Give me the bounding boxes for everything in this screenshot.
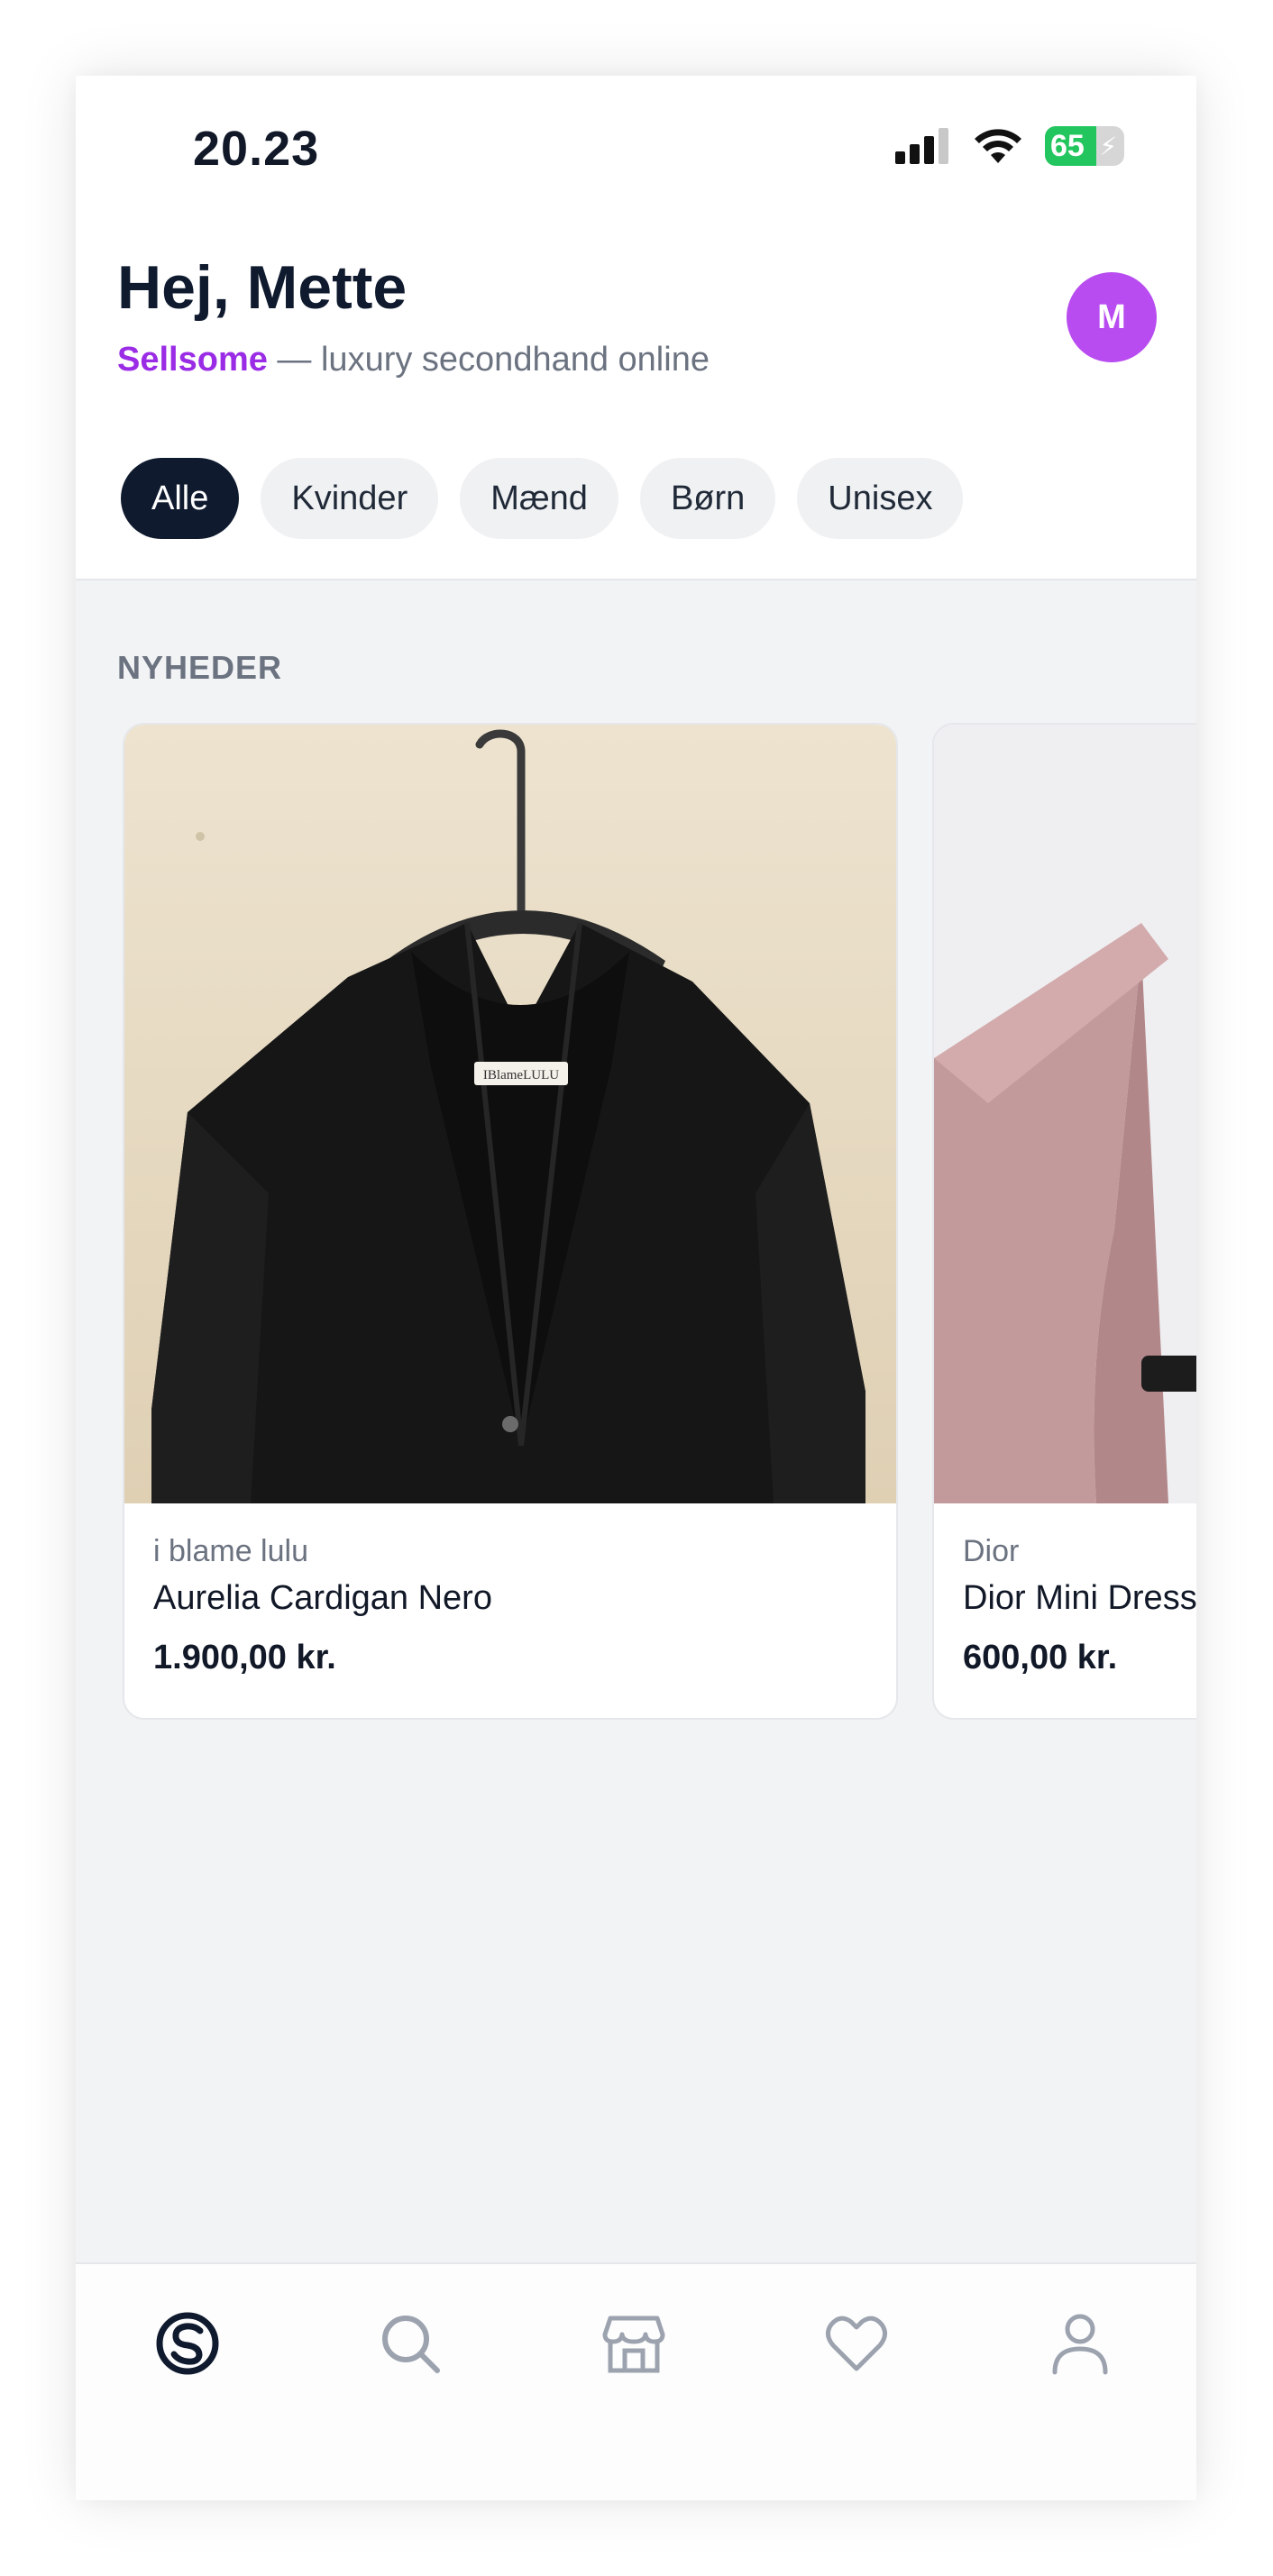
garment-label: IBlameLULU bbox=[483, 1068, 559, 1082]
sellsome-logo-icon bbox=[156, 2312, 219, 2375]
status-time: 20.23 bbox=[193, 122, 320, 176]
tab-boern[interactable]: Børn bbox=[639, 458, 776, 539]
avatar[interactable]: M bbox=[1067, 272, 1157, 362]
user-icon bbox=[1052, 2314, 1108, 2375]
nav-profile[interactable] bbox=[1044, 2307, 1116, 2380]
tab-alle[interactable]: Alle bbox=[121, 458, 240, 539]
product-brand: Dior bbox=[963, 1534, 1020, 1568]
wifi-icon bbox=[975, 129, 1021, 163]
heart-icon bbox=[826, 2316, 887, 2371]
search-icon bbox=[382, 2316, 440, 2373]
category-tabs: Alle Kvinder Mænd Børn Unisex bbox=[121, 458, 964, 539]
nav-search[interactable] bbox=[374, 2307, 446, 2380]
app-screen: 20.23 65 ⚡ Hej, Mette Sellsome — luxury … bbox=[76, 76, 1196, 2500]
header: 20.23 65 ⚡ Hej, Mette Sellsome — luxury … bbox=[76, 76, 1196, 580]
product-image bbox=[934, 725, 1196, 1503]
tab-maend[interactable]: Mænd bbox=[460, 458, 618, 539]
status-icons: 65 ⚡ bbox=[895, 126, 1124, 166]
product-name: Dior Mini Dress bbox=[963, 1579, 1196, 1617]
product-brand: i blame lulu bbox=[153, 1534, 308, 1568]
product-name: Aurelia Cardigan Nero bbox=[153, 1579, 492, 1617]
product-price: 1.900,00 kr. bbox=[153, 1639, 336, 1676]
tagline-text: — luxury secondhand online bbox=[267, 341, 710, 379]
tab-unisex[interactable]: Unisex bbox=[797, 458, 964, 539]
brand-name: Sellsome bbox=[117, 341, 268, 379]
charging-icon: ⚡ bbox=[1099, 132, 1117, 160]
tagline: Sellsome — luxury secondhand online bbox=[117, 341, 710, 379]
battery-level: 65 bbox=[1050, 128, 1085, 163]
nav-home[interactable] bbox=[151, 2307, 224, 2380]
store-icon bbox=[602, 2316, 665, 2373]
signal-icon bbox=[895, 128, 948, 164]
section-title: NYHEDER bbox=[117, 649, 283, 686]
product-card[interactable]: Dior Dior Mini Dress 600,00 kr. bbox=[932, 723, 1196, 1720]
product-price: 600,00 kr. bbox=[963, 1639, 1118, 1676]
bottom-navigation bbox=[76, 2262, 1196, 2500]
product-card[interactable]: IBlameLULU i blame lulu Aurelia Cardigan… bbox=[123, 723, 898, 1720]
nav-shop[interactable] bbox=[598, 2307, 670, 2380]
nav-favorites[interactable] bbox=[820, 2307, 893, 2380]
product-image: IBlameLULU bbox=[124, 725, 896, 1503]
tab-kvinder[interactable]: Kvinder bbox=[261, 458, 439, 539]
greeting-title: Hej, Mette bbox=[117, 253, 408, 322]
battery-icon: 65 ⚡ bbox=[1045, 126, 1124, 166]
